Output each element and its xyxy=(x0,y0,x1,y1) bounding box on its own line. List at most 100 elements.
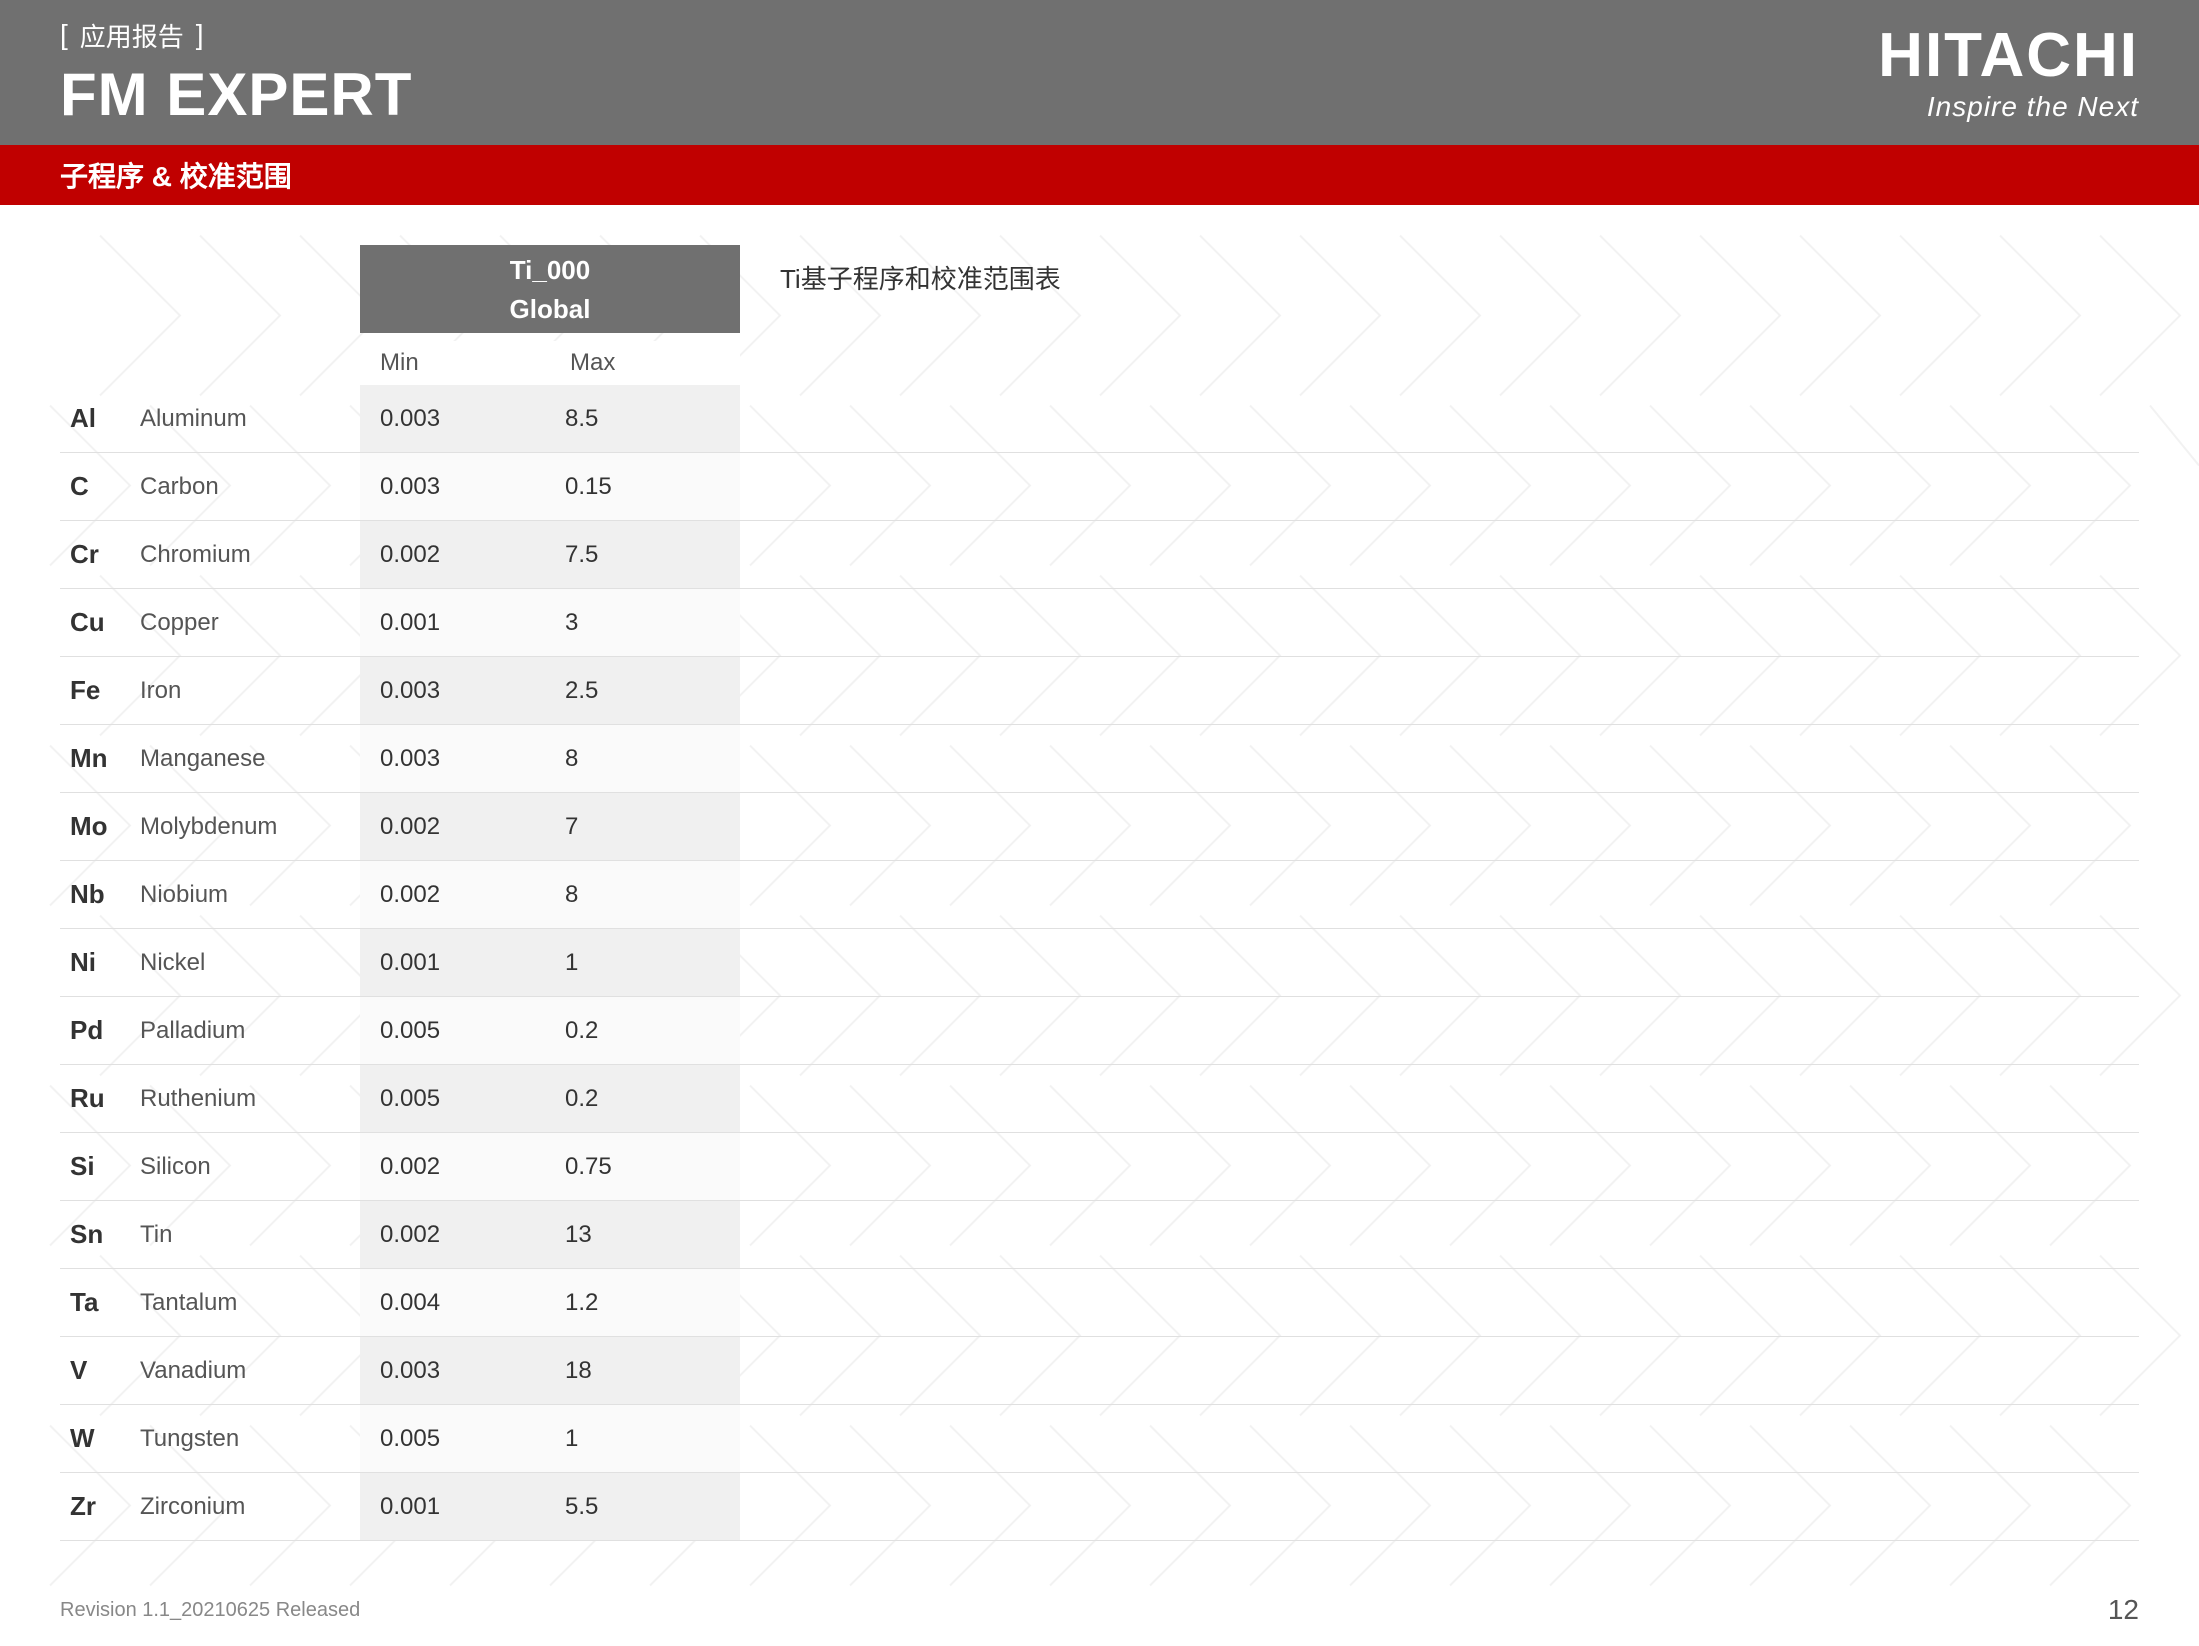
cell-max: 2.5 xyxy=(555,677,740,705)
element-name: Vanadium xyxy=(140,1337,360,1404)
cell-max: 3 xyxy=(555,609,740,637)
rows-container: Al Aluminum 0.003 8.5 C Carbon 0.003 0.1… xyxy=(60,385,2139,1541)
element-name: Zirconium xyxy=(140,1473,360,1540)
cell-max: 1 xyxy=(555,1425,740,1453)
element-symbol: Si xyxy=(60,1133,140,1200)
header: [ 应用报告 ] FM EXPERT HITACHI Inspire the N… xyxy=(0,0,2199,145)
minmax-row: Min Max xyxy=(60,341,2139,385)
element-symbol: Al xyxy=(60,385,140,452)
table-row: Fe Iron 0.003 2.5 xyxy=(60,657,2139,725)
cell-min: 0.003 xyxy=(360,473,555,501)
cell-min: 0.002 xyxy=(360,541,555,569)
cell-max: 0.15 xyxy=(555,473,740,501)
element-symbol: Cr xyxy=(60,521,140,588)
element-name: Palladium xyxy=(140,997,360,1064)
app-title: FM EXPERT xyxy=(60,60,412,129)
table-row: Al Aluminum 0.003 8.5 xyxy=(60,385,2139,453)
element-symbol: V xyxy=(60,1337,140,1404)
element-name: Tin xyxy=(140,1201,360,1268)
element-symbol: Ta xyxy=(60,1269,140,1336)
cell-max: 18 xyxy=(555,1357,740,1385)
element-name: Chromium xyxy=(140,521,360,588)
bracket-close: ] xyxy=(196,21,204,49)
element-symbol: Nb xyxy=(60,861,140,928)
cell-min: 0.002 xyxy=(360,1153,555,1181)
table-title-row: Ti_000 Global Ti基子程序和校准范围表 xyxy=(60,245,2139,333)
data-header: Ti_000 Global xyxy=(360,245,740,333)
app-tag-label: 应用报告 xyxy=(68,17,196,54)
element-name: Iron xyxy=(140,657,360,724)
table-row: W Tungsten 0.005 1 xyxy=(60,1405,2139,1473)
app-tag: [ 应用报告 ] xyxy=(60,17,412,54)
revision-text: Revision 1.1_20210625 Released xyxy=(60,1599,360,1622)
cell-max: 5.5 xyxy=(555,1493,740,1521)
element-symbol: W xyxy=(60,1405,140,1472)
cell-max: 7.5 xyxy=(555,541,740,569)
header-left: [ 应用报告 ] FM EXPERT xyxy=(60,17,412,129)
table-row: Zr Zirconium 0.001 5.5 xyxy=(60,1473,2139,1541)
element-name: Tungsten xyxy=(140,1405,360,1472)
hitachi-logo: HITACHI Inspire the Next xyxy=(1878,22,2139,122)
element-symbol: Fe xyxy=(60,657,140,724)
minmax-cols: Min Max xyxy=(360,341,740,385)
table-row: Ta Tantalum 0.004 1.2 xyxy=(60,1269,2139,1337)
bracket-open: [ xyxy=(60,21,68,49)
table-row: Si Silicon 0.002 0.75 xyxy=(60,1133,2139,1201)
element-name: Manganese xyxy=(140,725,360,792)
cell-min: 0.003 xyxy=(360,1357,555,1385)
element-symbol: Pd xyxy=(60,997,140,1064)
cell-max: 0.75 xyxy=(555,1153,740,1181)
cell-max: 8 xyxy=(555,881,740,909)
cell-max: 7 xyxy=(555,813,740,841)
cell-max: 1.2 xyxy=(555,1289,740,1317)
cell-max: 8.5 xyxy=(555,405,740,433)
cell-min: 0.001 xyxy=(360,1493,555,1521)
element-symbol: C xyxy=(60,453,140,520)
table-row: Pd Palladium 0.005 0.2 xyxy=(60,997,2139,1065)
cell-min: 0.004 xyxy=(360,1289,555,1317)
element-symbol: Sn xyxy=(60,1201,140,1268)
element-name: Carbon xyxy=(140,453,360,520)
max-header: Max xyxy=(550,341,740,385)
cell-max: 8 xyxy=(555,745,740,773)
element-name: Aluminum xyxy=(140,385,360,452)
cell-min: 0.003 xyxy=(360,677,555,705)
element-symbol: Cu xyxy=(60,589,140,656)
table-row: V Vanadium 0.003 18 xyxy=(60,1337,2139,1405)
element-name: Molybdenum xyxy=(140,793,360,860)
table-row: Cu Copper 0.001 3 xyxy=(60,589,2139,657)
cell-max: 0.2 xyxy=(555,1085,740,1113)
program-label: Ti_000 xyxy=(360,245,740,290)
cell-min: 0.005 xyxy=(360,1425,555,1453)
table-row: Ru Ruthenium 0.005 0.2 xyxy=(60,1065,2139,1133)
cell-min: 0.005 xyxy=(360,1085,555,1113)
content: Ti_000 Global Ti基子程序和校准范围表 Min Max Al Al… xyxy=(0,205,2199,1601)
element-name: Silicon xyxy=(140,1133,360,1200)
cell-min: 0.005 xyxy=(360,1017,555,1045)
table-row: C Carbon 0.003 0.15 xyxy=(60,453,2139,521)
element-symbol: Mn xyxy=(60,725,140,792)
cell-min: 0.001 xyxy=(360,609,555,637)
element-name: Copper xyxy=(140,589,360,656)
cell-min: 0.002 xyxy=(360,881,555,909)
element-name: Tantalum xyxy=(140,1269,360,1336)
table-row: Sn Tin 0.002 13 xyxy=(60,1201,2139,1269)
cell-min: 0.002 xyxy=(360,1221,555,1249)
element-name: Niobium xyxy=(140,861,360,928)
cell-min: 0.002 xyxy=(360,813,555,841)
table-note: Ti基子程序和校准范围表 xyxy=(780,245,1061,296)
subtitle-text: 子程序 & 校准范围 xyxy=(60,155,292,195)
element-symbol: Ni xyxy=(60,929,140,996)
hitachi-tagline: Inspire the Next xyxy=(1878,91,2139,123)
element-symbol: Zr xyxy=(60,1473,140,1540)
table-row: Mn Manganese 0.003 8 xyxy=(60,725,2139,793)
element-symbol: Ru xyxy=(60,1065,140,1132)
min-header: Min xyxy=(360,341,550,385)
hitachi-name: HITACHI xyxy=(1878,22,2139,90)
cell-min: 0.003 xyxy=(360,405,555,433)
element-symbol: Mo xyxy=(60,793,140,860)
cell-min: 0.003 xyxy=(360,745,555,773)
cell-max: 13 xyxy=(555,1221,740,1249)
subtitle-bar: 子程序 & 校准范围 xyxy=(0,145,2199,205)
table-row: Cr Chromium 0.002 7.5 xyxy=(60,521,2139,589)
